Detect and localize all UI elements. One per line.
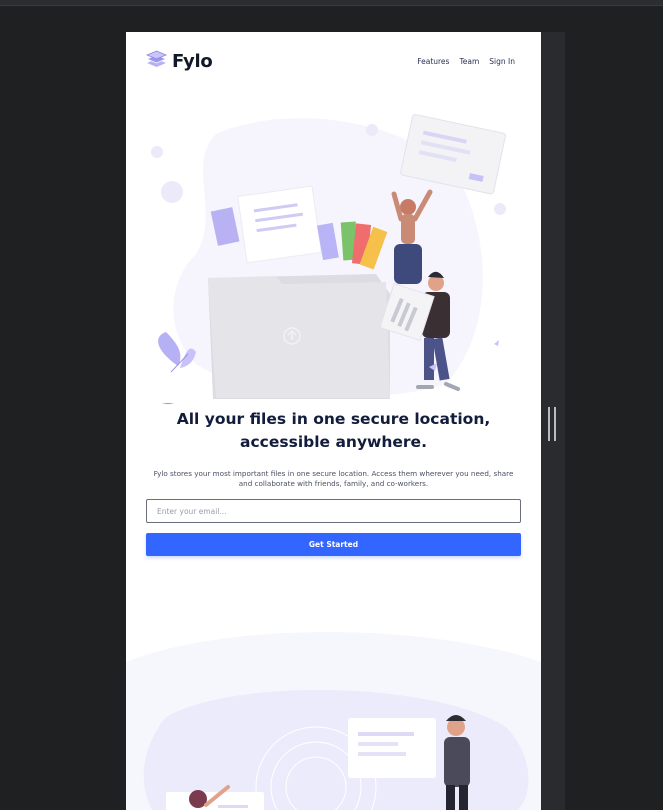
brand-name: Fylo [172, 50, 213, 72]
hero-description: Fylo stores your most important files in… [153, 469, 514, 488]
nav-link-features[interactable]: Features [417, 57, 449, 66]
browser-top-bar [0, 0, 663, 6]
page-viewport: Fylo Features Team Sign In All your file… [126, 32, 541, 810]
get-started-button[interactable]: Get Started [146, 533, 521, 556]
main-nav: Features Team Sign In [417, 57, 515, 66]
file-folder-upload-illustration [151, 114, 506, 404]
nav-link-sign-in[interactable]: Sign In [489, 57, 515, 66]
stacked-layers-icon [145, 50, 168, 72]
brand-logo[interactable]: Fylo [145, 50, 213, 72]
nav-link-team[interactable]: Team [459, 57, 479, 66]
email-input[interactable] [146, 499, 521, 523]
site-header: Fylo Features Team Sign In [145, 50, 515, 72]
hero-headline: All your files in one secure location, a… [176, 410, 491, 451]
collaboration-illustration [143, 689, 529, 810]
resize-handle[interactable] [547, 407, 557, 441]
